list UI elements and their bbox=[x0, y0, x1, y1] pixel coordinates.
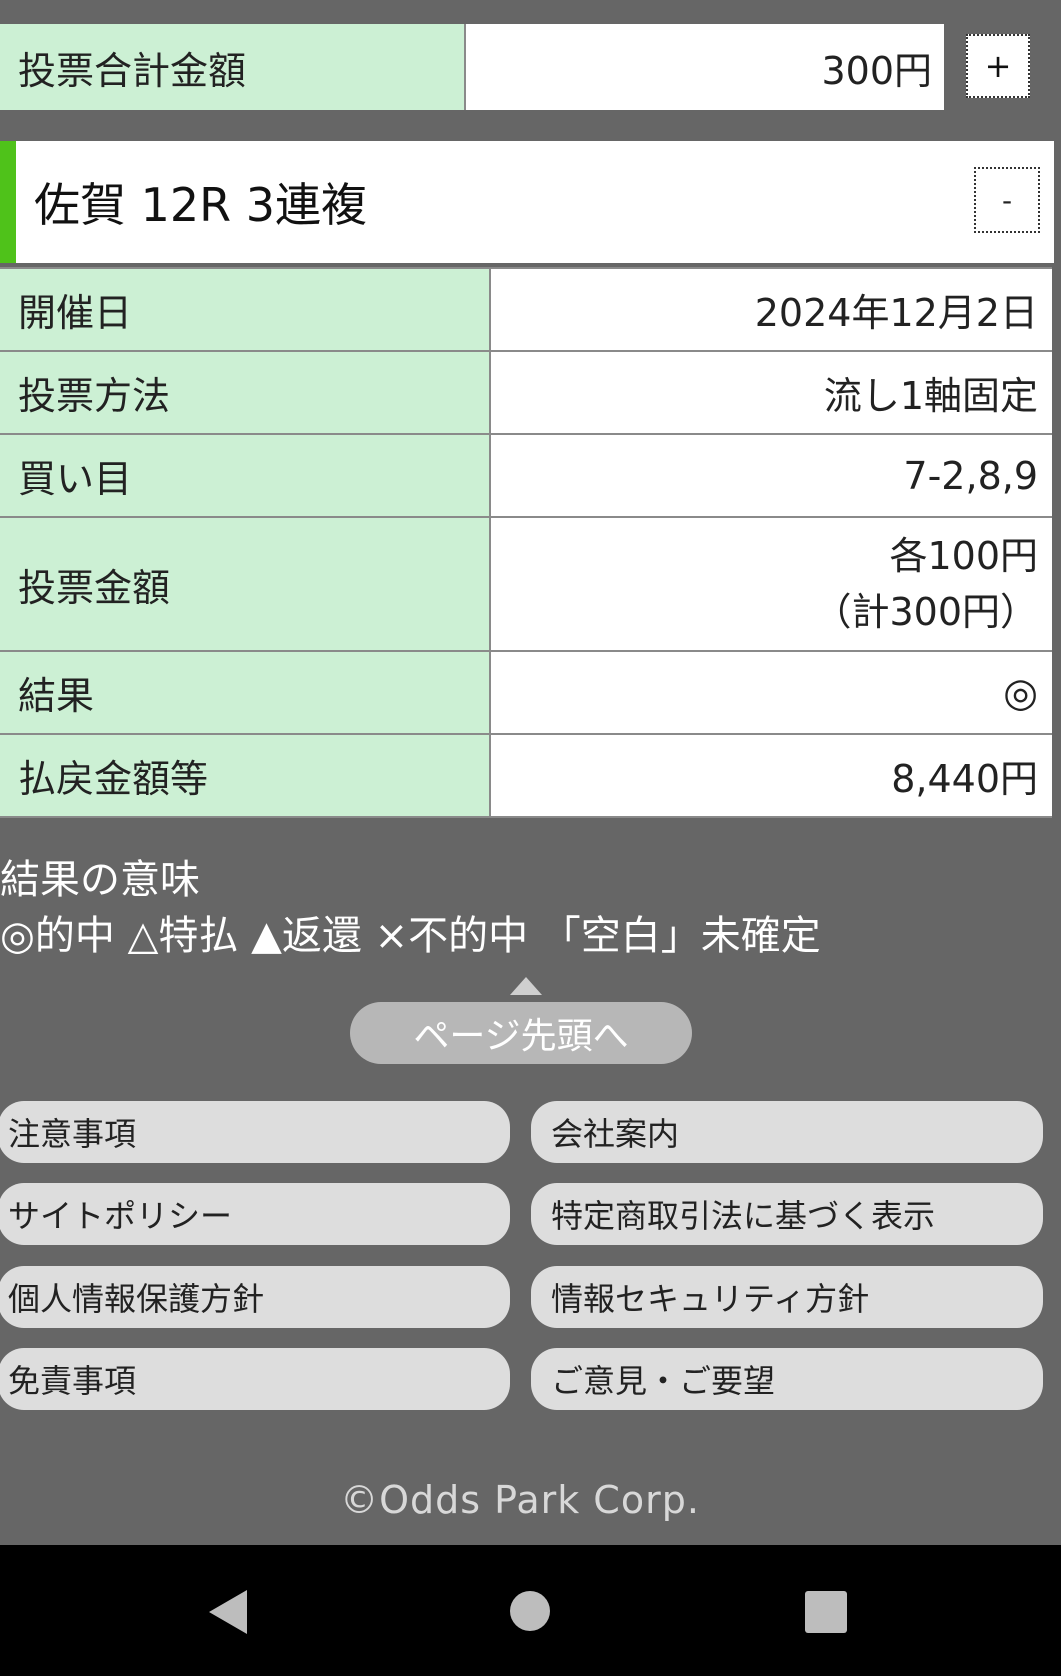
total-amount-row: 投票合計金額 300円 bbox=[0, 24, 944, 110]
table-row: 開催日 2024年12月2日 bbox=[0, 267, 1052, 352]
total-amount-value: 300円 bbox=[466, 24, 944, 110]
up-arrow-icon bbox=[510, 977, 542, 995]
table-row: 投票金額 各100円 （計300円） bbox=[0, 516, 1052, 652]
footer-link-commercial-law[interactable]: 特定商取引法に基づく表示 bbox=[531, 1183, 1043, 1245]
payout-label: 払戻金額等 bbox=[0, 733, 491, 818]
payout-value: 8,440円 bbox=[490, 733, 1052, 818]
selection-value: 7-2,8,9 bbox=[490, 433, 1052, 518]
table-row: 投票方法 流し1軸固定 bbox=[0, 350, 1052, 435]
home-icon[interactable] bbox=[510, 1591, 550, 1631]
result-legend: 結果の意味 ◎的中 △特払 ▲返還 ×不的中 「空白」未確定 bbox=[0, 852, 821, 964]
footer-link-notes[interactable]: 注意事項 bbox=[0, 1101, 510, 1163]
footer-link-disclaimer[interactable]: 免責事項 bbox=[0, 1348, 510, 1410]
footer-link-security[interactable]: 情報セキュリティ方針 bbox=[531, 1266, 1043, 1328]
bet-amount-total: （計300円） bbox=[813, 590, 1038, 634]
bet-amount-value: 各100円 （計300円） bbox=[490, 516, 1052, 652]
table-row: 結果 ◎ bbox=[0, 650, 1052, 735]
back-icon[interactable] bbox=[209, 1590, 247, 1634]
copyright: ©Odds Park Corp. bbox=[340, 1478, 700, 1522]
hit-mark-icon: ◎ bbox=[1003, 669, 1038, 716]
footer-link-company[interactable]: 会社案内 bbox=[531, 1101, 1043, 1163]
bet-method-value: 流し1軸固定 bbox=[490, 350, 1052, 435]
legend-items: ◎的中 △特払 ▲返還 ×不的中 「空白」未確定 bbox=[0, 913, 821, 959]
total-amount-label: 投票合計金額 bbox=[0, 24, 466, 110]
table-row: 払戻金額等 8,440円 bbox=[0, 733, 1052, 818]
recents-icon[interactable] bbox=[805, 1591, 847, 1633]
date-value: 2024年12月2日 bbox=[490, 267, 1052, 352]
date-label: 開催日 bbox=[0, 267, 491, 352]
bet-method-label: 投票方法 bbox=[0, 350, 491, 435]
result-value: ◎ bbox=[490, 650, 1052, 735]
bet-amount-each: 各100円 bbox=[889, 534, 1038, 578]
bet-detail-table: 開催日 2024年12月2日 投票方法 流し1軸固定 買い目 7-2,8,9 投… bbox=[0, 267, 1052, 818]
result-label: 結果 bbox=[0, 650, 491, 735]
footer-link-privacy[interactable]: 個人情報保護方針 bbox=[0, 1266, 510, 1328]
system-nav-bar bbox=[0, 1545, 1061, 1676]
table-row: 買い目 7-2,8,9 bbox=[0, 433, 1052, 518]
legend-title: 結果の意味 bbox=[0, 857, 200, 903]
race-title: 佐賀 12R 3連複 bbox=[34, 178, 368, 232]
footer-link-feedback[interactable]: ご意見・ご要望 bbox=[531, 1348, 1043, 1410]
selection-label: 買い目 bbox=[0, 433, 491, 518]
footer-link-site-policy[interactable]: サイトポリシー bbox=[0, 1183, 510, 1245]
expand-button[interactable]: + bbox=[966, 34, 1030, 98]
collapse-button[interactable]: - bbox=[974, 167, 1040, 233]
bet-amount-label: 投票金額 bbox=[0, 516, 491, 652]
page-top-button[interactable]: ページ先頭へ bbox=[350, 1002, 692, 1064]
race-header: 佐賀 12R 3連複 - bbox=[0, 141, 1054, 263]
